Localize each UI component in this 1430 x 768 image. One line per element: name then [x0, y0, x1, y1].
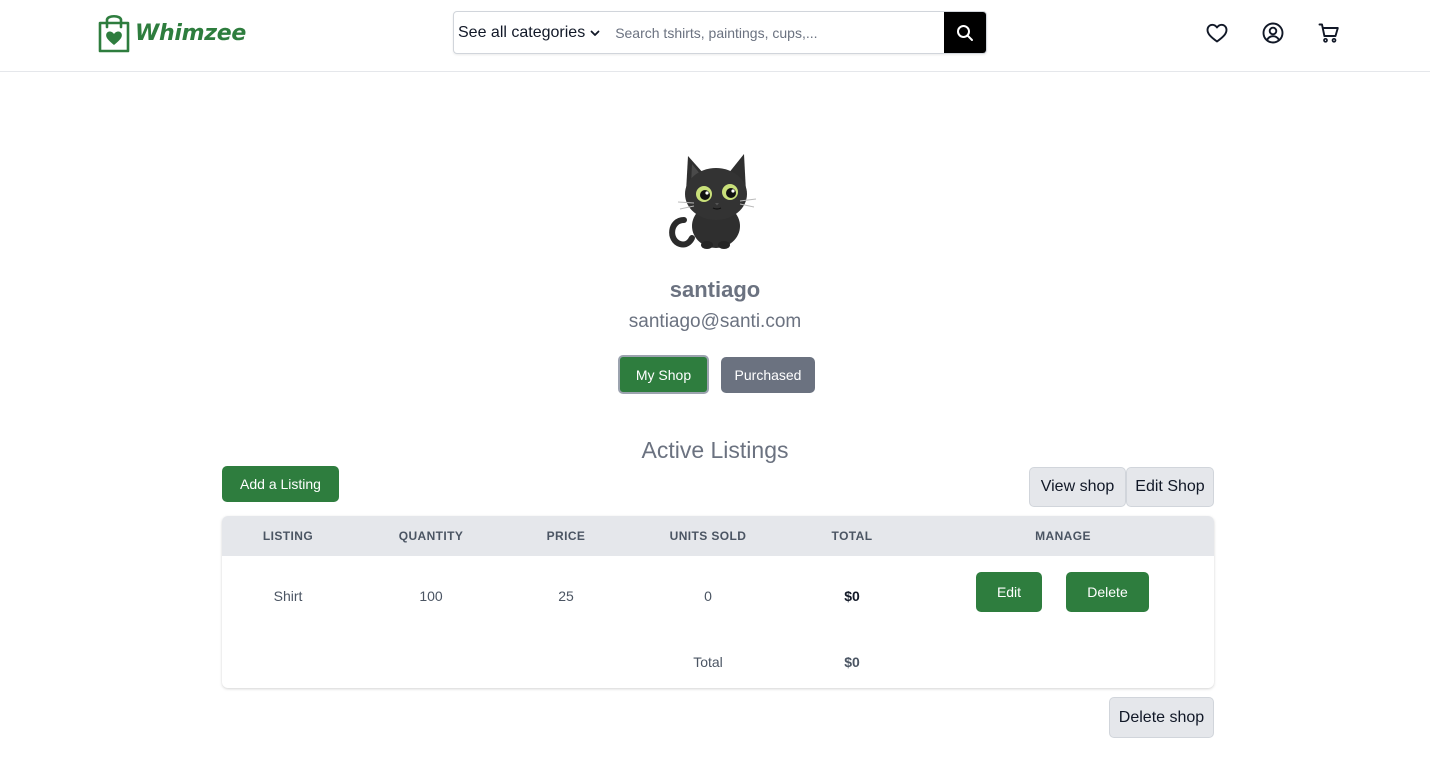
brand-name: Whimzee — [135, 20, 246, 46]
footer-total-label: Total — [693, 654, 723, 670]
purchased-tab[interactable]: Purchased — [721, 357, 815, 393]
delete-listing-button[interactable]: Delete — [1066, 572, 1149, 612]
listing-price: 25 — [558, 588, 574, 604]
listing-total: $0 — [844, 588, 860, 604]
account-button[interactable] — [1261, 21, 1285, 45]
table-header: LISTING QUANTITY PRICE UNITS SOLD TOTAL … — [222, 516, 1214, 556]
listing-name: Shirt — [273, 588, 303, 604]
footer-total-value: $0 — [844, 654, 860, 670]
column-header-total: TOTAL — [831, 529, 873, 543]
cart-button[interactable] — [1317, 21, 1341, 45]
search-bar: See all categories — [453, 11, 987, 54]
heart-icon — [1206, 23, 1228, 43]
search-icon — [957, 24, 973, 41]
chevron-down-icon — [590, 30, 600, 36]
category-dropdown-label: See all categories — [458, 23, 586, 41]
cart-icon — [1318, 23, 1339, 43]
profile-email: santiago@santi.com — [628, 311, 802, 332]
profile-username: santiago — [669, 277, 761, 302]
listing-quantity: 100 — [419, 588, 443, 604]
delete-shop-button[interactable]: Delete shop — [1109, 697, 1214, 738]
column-header-manage: MANAGE — [1035, 529, 1091, 543]
active-listings-title: Active Listings — [641, 437, 789, 463]
column-header-listing: LISTING — [262, 529, 314, 543]
black-cat-avatar — [669, 154, 757, 249]
edit-listing-button[interactable]: Edit — [976, 572, 1042, 612]
user-circle-icon — [1262, 22, 1284, 44]
edit-shop-button[interactable]: Edit Shop — [1126, 467, 1214, 507]
brand-logo[interactable]: Whimzee — [97, 12, 246, 54]
view-shop-button[interactable]: View shop — [1029, 467, 1126, 507]
listings-table: LISTING QUANTITY PRICE UNITS SOLD TOTAL … — [222, 516, 1214, 688]
column-header-price: PRICE — [546, 529, 586, 543]
top-navbar: Whimzee See all categories — [0, 0, 1430, 72]
column-header-units-sold: UNITS SOLD — [669, 529, 747, 543]
search-input[interactable] — [605, 12, 944, 53]
add-listing-button[interactable]: Add a Listing — [222, 466, 339, 502]
listing-units-sold: 0 — [704, 588, 712, 604]
wishlist-button[interactable] — [1205, 21, 1229, 45]
my-shop-tab[interactable]: My Shop — [618, 355, 709, 394]
search-button[interactable] — [944, 12, 986, 53]
column-header-quantity: QUANTITY — [398, 529, 464, 543]
category-dropdown[interactable]: See all categories — [454, 12, 605, 53]
shopping-bag-heart-icon — [98, 14, 130, 53]
